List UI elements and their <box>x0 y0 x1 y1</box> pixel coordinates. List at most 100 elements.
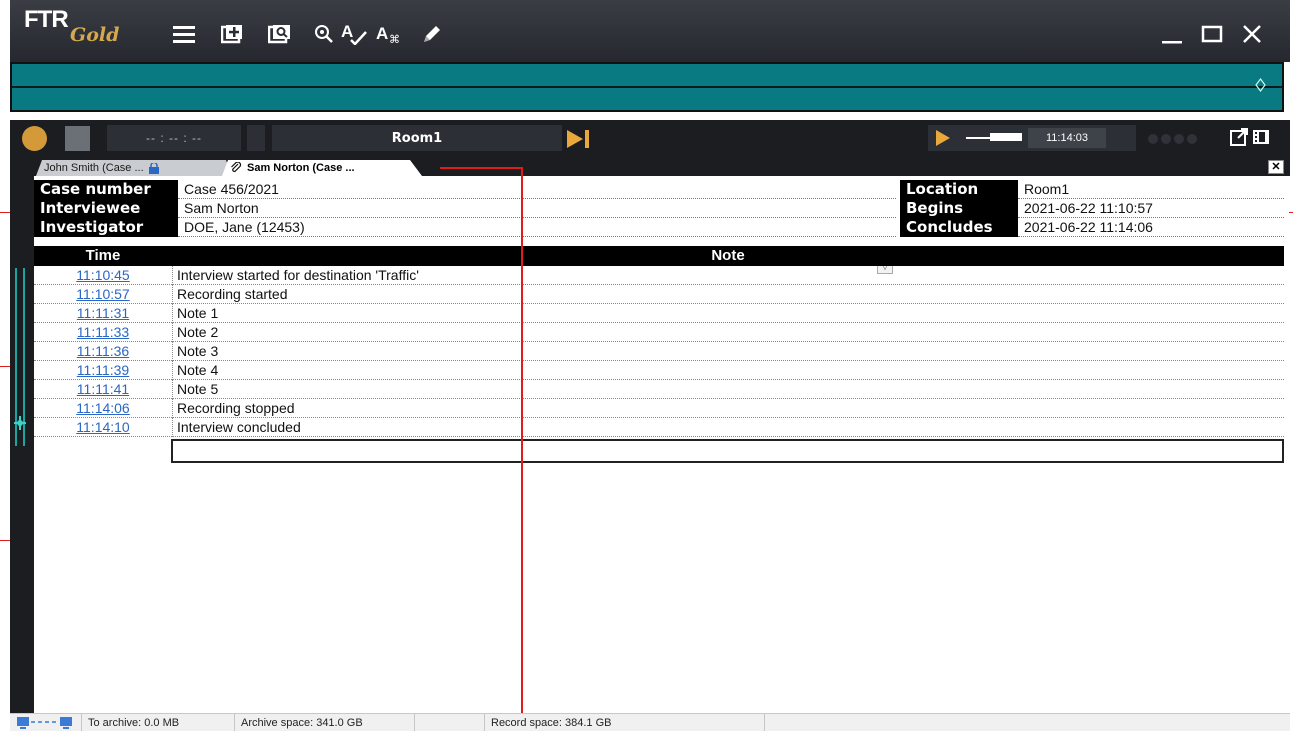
ftr-gold-window: FTR Gold A A ⌘ --: --: -- Room1 11:14:… <box>0 0 1293 731</box>
app-logo-sub: Gold <box>70 24 120 46</box>
table-row[interactable]: 11:11:33 Note 2 <box>34 323 1284 342</box>
interviewee-value[interactable]: Sam Norton <box>178 199 896 218</box>
time-spin[interactable] <box>247 125 265 151</box>
add-case-icon[interactable] <box>218 20 246 48</box>
close-icon[interactable] <box>1238 20 1266 48</box>
note-time-link[interactable]: 11:11:39 <box>34 361 172 380</box>
begins-label: Begins <box>900 199 1018 218</box>
status-bar: To archive: 0.0 MB Archive space: 341.0 … <box>10 713 1290 731</box>
stop-button[interactable] <box>65 126 90 151</box>
note-column-header[interactable]: Note <box>172 246 1284 266</box>
lock-icon <box>148 162 159 174</box>
skip-to-end-icon[interactable] <box>565 128 593 150</box>
table-row[interactable]: 11:14:10 Interview concluded <box>34 418 1284 437</box>
channel-indicator <box>1161 134 1171 144</box>
mini-timeline[interactable] <box>10 176 34 713</box>
header-row: Interviewee Sam Norton Begins 2021-06-22… <box>34 199 1284 218</box>
connection-status <box>10 714 82 731</box>
note-time-link[interactable]: 11:10:45 <box>34 266 172 285</box>
table-row[interactable]: 11:10:45 Interview started for destinatio… <box>34 266 1284 285</box>
time-display: -- : -- : -- <box>107 125 241 151</box>
paperclip-icon <box>231 162 242 173</box>
note-text[interactable]: Interview concluded <box>172 418 1284 437</box>
text-format-icon[interactable]: A ⌘ <box>376 20 404 48</box>
note-text[interactable]: Note 2 <box>172 323 1284 342</box>
table-row[interactable]: 11:11:39 Note 4 <box>34 361 1284 380</box>
room-display: Room1 <box>272 125 562 151</box>
note-text[interactable]: Note 4 <box>172 361 1284 380</box>
case-number-label: Case number <box>34 180 178 199</box>
guide-line <box>521 168 523 723</box>
mini-timeline-cursor-icon[interactable] <box>13 416 27 430</box>
note-text[interactable]: Recording started <box>172 285 1284 304</box>
guide-tick <box>0 212 10 213</box>
note-text[interactable]: Interview started for destination 'Traff… <box>172 266 1284 285</box>
note-text[interactable]: Note 1 <box>172 304 1284 323</box>
guide-tick <box>0 366 10 367</box>
channel-indicator <box>1187 134 1197 144</box>
investigator-select[interactable]: DOE, Jane (12453) <box>178 218 896 237</box>
time-column-header[interactable]: Time <box>34 246 172 266</box>
tab-label: John Smith (Case ... <box>44 162 144 174</box>
maximize-icon[interactable] <box>1198 20 1226 48</box>
app-logo: FTR <box>24 6 69 33</box>
location-value[interactable]: Room1 <box>1018 180 1284 199</box>
network-link-icon <box>17 717 72 729</box>
playhead-marker-icon[interactable] <box>1255 78 1266 92</box>
note-text[interactable]: Recording stopped <box>172 399 1284 418</box>
table-row[interactable]: 11:11:36 Note 3 <box>34 342 1284 361</box>
begins-value: 2021-06-22 11:10:57 <box>1018 199 1284 218</box>
note-time-link[interactable]: 11:10:57 <box>34 285 172 304</box>
spellcheck-icon[interactable]: A <box>340 20 368 48</box>
minimize-icon[interactable] <box>1158 20 1186 48</box>
view-icons <box>1230 128 1270 146</box>
channel-indicator <box>1174 134 1184 144</box>
note-time-link[interactable]: 11:11:31 <box>34 304 172 323</box>
table-row[interactable]: 11:11:31 Note 1 <box>34 304 1284 323</box>
tab-john-smith[interactable]: John Smith (Case ... <box>36 160 232 176</box>
note-time-link[interactable]: 11:14:10 <box>34 418 172 437</box>
note-text[interactable]: Note 3 <box>172 342 1284 361</box>
guide-line <box>440 167 523 169</box>
pen-icon[interactable] <box>418 20 446 48</box>
film-strip-icon[interactable] <box>1252 128 1270 146</box>
audio-timeline[interactable] <box>10 62 1284 112</box>
table-row[interactable]: 11:10:57 Recording started <box>34 285 1284 304</box>
note-time-link[interactable]: 11:11:36 <box>34 342 172 361</box>
close-tab-button[interactable]: ✕ <box>1268 160 1284 174</box>
location-label: Location <box>900 180 1018 199</box>
channel-indicators <box>1148 134 1197 144</box>
svg-text:⌘: ⌘ <box>389 33 400 45</box>
status-spacer <box>415 714 485 731</box>
archive-space-status: Archive space: 341.0 GB <box>235 714 415 731</box>
playback-clock: 11:14:03 <box>1028 128 1106 148</box>
guide-tick <box>1289 212 1293 213</box>
new-note-input[interactable] <box>171 439 1284 463</box>
tab-label: Sam Norton (Case ... <box>247 162 355 174</box>
title-bar: FTR Gold A A ⌘ <box>10 0 1290 62</box>
transport-bar: -- : -- : -- Room1 11:14:03 <box>10 120 1290 158</box>
play-icon[interactable] <box>936 130 950 146</box>
menu-icon[interactable] <box>170 20 198 48</box>
table-row[interactable]: 11:14:06 Recording stopped <box>34 399 1284 418</box>
concludes-label: Concludes <box>900 218 1018 237</box>
svg-text:A: A <box>341 23 353 41</box>
case-header: Case number Case 456/2021 Location Room1… <box>34 180 1284 274</box>
note-time-link[interactable]: 11:14:06 <box>34 399 172 418</box>
note-time-link[interactable]: 11:11:33 <box>34 323 172 342</box>
note-time-link[interactable]: 11:11:41 <box>34 380 172 399</box>
record-button[interactable] <box>22 126 47 151</box>
case-tabs: John Smith (Case ... Sam Norton (Case ..… <box>10 158 1290 176</box>
header-row: Investigator DOE, Jane (12453) ▽ Conclud… <box>34 218 1284 274</box>
search-doc-icon[interactable] <box>266 20 294 48</box>
zoom-icon[interactable] <box>310 20 338 48</box>
channel-indicator <box>1148 134 1158 144</box>
note-text[interactable]: Note 5 <box>172 380 1284 399</box>
svg-text:A: A <box>376 24 388 43</box>
case-number-value[interactable]: Case 456/2021 <box>178 180 896 199</box>
to-archive-status: To archive: 0.0 MB <box>82 714 235 731</box>
external-link-icon[interactable] <box>1230 128 1248 146</box>
tab-sam-norton[interactable]: Sam Norton (Case ... <box>222 160 422 176</box>
table-row[interactable]: 11:11:41 Note 5 <box>34 380 1284 399</box>
volume-slider[interactable] <box>990 133 1022 141</box>
